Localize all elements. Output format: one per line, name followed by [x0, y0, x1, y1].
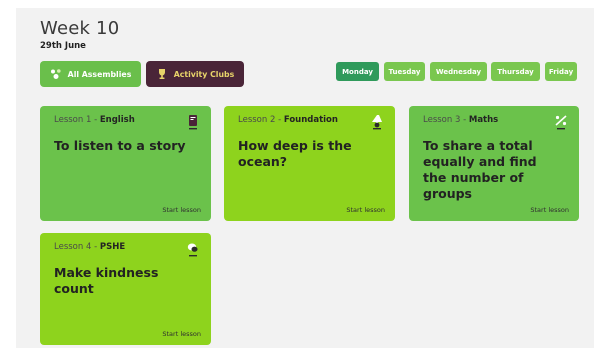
lamp-icon: [370, 114, 384, 132]
tab-tuesday[interactable]: Tuesday: [384, 62, 425, 81]
chat-icon: [186, 241, 200, 259]
lesson-label: Lesson 4 - PSHE: [54, 242, 126, 252]
start-lesson-link[interactable]: Start lesson: [530, 206, 569, 214]
percent-icon: [554, 114, 568, 132]
tab-friday[interactable]: Friday: [545, 62, 577, 81]
lesson-label: Lesson 3 - Maths: [423, 115, 499, 125]
lesson-card-maths[interactable]: Lesson 3 - Maths To share a total equall…: [409, 106, 579, 221]
page-date: 29th June: [40, 41, 86, 51]
lesson-label: Lesson 2 - Foundation: [238, 115, 338, 125]
start-lesson-link[interactable]: Start lesson: [346, 206, 385, 214]
all-assemblies-button[interactable]: All Assemblies: [40, 61, 141, 87]
activity-clubs-button[interactable]: Activity Clubs: [146, 61, 244, 87]
page-title: Week 10: [40, 18, 120, 39]
lesson-label: Lesson 1 - English: [54, 115, 135, 125]
page: Week 10 29th June All Assemblies Activit…: [0, 0, 602, 354]
lesson-title: Make kindness count: [54, 265, 159, 296]
lesson-title: To listen to a story: [54, 138, 186, 153]
tab-monday[interactable]: Monday: [336, 62, 379, 81]
lesson-card-foundation[interactable]: Lesson 2 - Foundation How deep is the oc…: [224, 106, 395, 221]
assemblies-icon: [50, 68, 62, 80]
lesson-card-pshe[interactable]: Lesson 4 - PSHE Make kindness count Star…: [40, 233, 211, 345]
tab-thursday[interactable]: Thursday: [491, 62, 540, 81]
lesson-title: How deep is the ocean?: [238, 138, 352, 169]
start-lesson-link[interactable]: Start lesson: [162, 330, 201, 338]
activity-clubs-label: Activity Clubs: [173, 69, 235, 79]
tab-wednesday[interactable]: Wednesday: [430, 62, 487, 81]
lesson-title: To share a total equally and find the nu…: [423, 138, 537, 201]
lesson-card-english[interactable]: Lesson 1 - English To listen to a story …: [40, 106, 211, 221]
book-icon: [186, 114, 200, 132]
all-assemblies-label: All Assemblies: [67, 69, 132, 79]
trophy-icon: [156, 68, 168, 80]
start-lesson-link[interactable]: Start lesson: [162, 206, 201, 214]
